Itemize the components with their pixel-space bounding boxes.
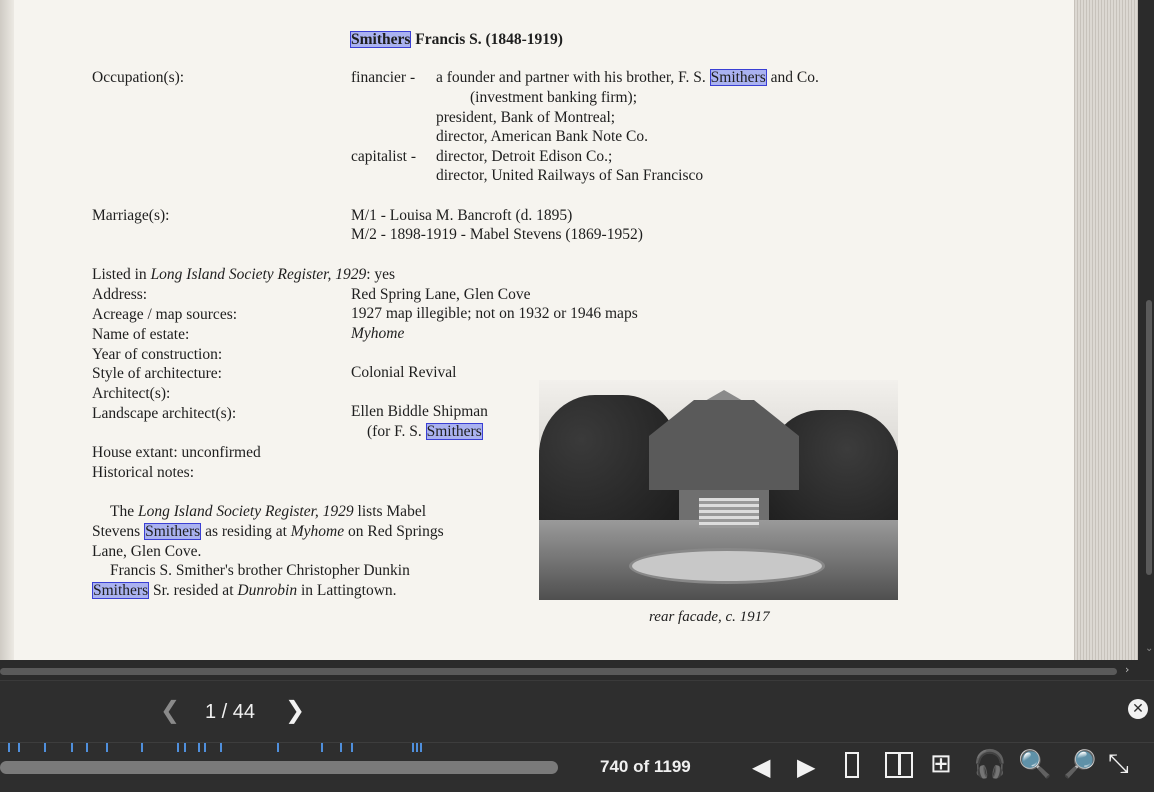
close-circle-icon[interactable]: ✕ — [1128, 699, 1148, 719]
search-hit-marker[interactable] — [340, 743, 342, 752]
search-hit-marker[interactable] — [177, 743, 179, 752]
note-line: Smithers Sr. resided at Dunrobin in Latt… — [92, 582, 397, 599]
page-stack-edge — [1074, 0, 1138, 660]
occupation-line: (investment banking firm); — [470, 89, 638, 106]
search-hit-marker[interactable] — [351, 743, 353, 752]
exit-fullscreen-icon[interactable]: ⤡ — [1108, 751, 1129, 777]
landscape-value: Ellen Biddle Shipman — [351, 403, 488, 420]
search-highlight[interactable]: Smithers — [350, 31, 412, 48]
search-hit-marker[interactable] — [8, 743, 10, 752]
house-extant: House extant: unconfirmed — [92, 444, 261, 461]
occupation-line: president, Bank of Montreal; — [436, 109, 616, 126]
occupation-label: Occupation(s): — [92, 69, 185, 86]
marriage-1: M/1 - Louisa M. Bancroft (d. 1895) — [351, 207, 573, 224]
occupation-role-1: financier - — [351, 69, 416, 86]
listed-in: Listed in Long Island Society Register, … — [92, 266, 396, 283]
horizontal-scroll-thumb[interactable] — [0, 668, 1117, 675]
search-hit-marker[interactable] — [277, 743, 279, 752]
triangle-left-icon[interactable]: ◀ — [752, 755, 770, 779]
note-line: Lane, Glen Cove. — [92, 543, 202, 560]
search-hit-marker[interactable] — [416, 743, 418, 752]
search-hit-marker[interactable] — [106, 743, 108, 752]
style-value: Colonial Revival — [351, 364, 457, 381]
search-highlight[interactable]: Smithers — [425, 423, 483, 440]
search-hit-marker[interactable] — [198, 743, 200, 752]
chevron-right-icon[interactable]: ❯ — [285, 698, 305, 722]
result-counter: 1 / 44 — [205, 701, 256, 723]
page-slider[interactable] — [0, 761, 558, 774]
zoom-out-icon[interactable]: 🔍 — [1018, 751, 1052, 778]
vertical-scroll-thumb[interactable] — [1146, 300, 1152, 575]
occupation-line: a founder and partner with his brother, … — [436, 69, 819, 86]
search-highlight[interactable]: Smithers — [92, 582, 150, 599]
architect-label: Architect(s): — [92, 385, 171, 402]
address-label: Address: — [92, 286, 148, 303]
marriage-label: Marriage(s): — [92, 207, 170, 224]
search-hit-marker[interactable] — [71, 743, 73, 752]
page-counter: 740 of 1199 — [600, 757, 691, 776]
search-hit-marker[interactable] — [321, 743, 323, 752]
scroll-down-icon[interactable]: ⌄ — [1145, 643, 1153, 654]
note-line: Stevens Smithers as residing at Myhome o… — [92, 523, 444, 540]
style-label: Style of architecture: — [92, 365, 222, 382]
historical-label: Historical notes: — [92, 464, 195, 481]
acreage-value: 1927 map illegible; not on 1932 or 1946 … — [351, 305, 638, 322]
book-viewer[interactable]: Smithers Francis S. (1848-1919) Occupati… — [0, 0, 1154, 660]
photo-caption: rear facade, c. 1917 — [649, 609, 770, 625]
search-hit-marker[interactable] — [184, 743, 186, 752]
search-hit-markers — [0, 743, 560, 753]
acreage-label: Acreage / map sources: — [92, 306, 238, 323]
headphones-icon[interactable]: 🎧 — [973, 751, 1007, 778]
search-hit-marker[interactable] — [141, 743, 143, 752]
search-hit-marker[interactable] — [412, 743, 414, 752]
address-value: Red Spring Lane, Glen Cove — [351, 286, 531, 303]
search-hit-marker[interactable] — [204, 743, 206, 752]
single-page-icon[interactable] — [845, 752, 859, 778]
note-line: The Long Island Society Register, 1929 l… — [110, 503, 427, 520]
marriage-2: M/2 - 1898-1919 - Mabel Stevens (1869-19… — [351, 226, 643, 243]
occupation-line: director, United Railways of San Francis… — [436, 167, 704, 184]
estate-value: Myhome — [351, 325, 405, 342]
search-hit-marker[interactable] — [44, 743, 46, 752]
two-page-icon[interactable] — [885, 752, 913, 778]
search-hit-marker[interactable] — [18, 743, 20, 752]
estate-label: Name of estate: — [92, 326, 190, 343]
triangle-right-icon[interactable]: ▶ — [797, 755, 815, 779]
page-left-edge — [0, 0, 14, 660]
zoom-in-icon[interactable]: 🔎 — [1063, 751, 1097, 778]
occupation-line: director, American Bank Note Co. — [436, 128, 649, 145]
occupation-role-2: capitalist - — [351, 148, 416, 165]
search-highlight[interactable]: Smithers — [144, 523, 202, 540]
search-highlight[interactable]: Smithers — [709, 69, 767, 86]
scroll-right-icon[interactable]: › — [1125, 663, 1129, 676]
search-results-bar: ❮ 1 / 44 ❯ ✕ — [0, 680, 1154, 743]
landscape-for: (for F. S. Smithers — [367, 423, 483, 440]
chevron-left-icon[interactable]: ❮ — [160, 698, 180, 722]
search-hit-marker[interactable] — [86, 743, 88, 752]
search-hit-marker[interactable] — [420, 743, 422, 752]
grid-icon[interactable]: ⊞ — [930, 751, 952, 777]
occupation-line: director, Detroit Edison Co.; — [436, 148, 613, 165]
note-line: Francis S. Smither's brother Christopher… — [110, 562, 410, 579]
estate-photo — [539, 380, 898, 600]
landscape-label: Landscape architect(s): — [92, 405, 237, 422]
year-label: Year of construction: — [92, 346, 223, 363]
entry-heading: Smithers Francis S. (1848-1919) — [350, 31, 563, 48]
search-hit-marker[interactable] — [220, 743, 222, 752]
